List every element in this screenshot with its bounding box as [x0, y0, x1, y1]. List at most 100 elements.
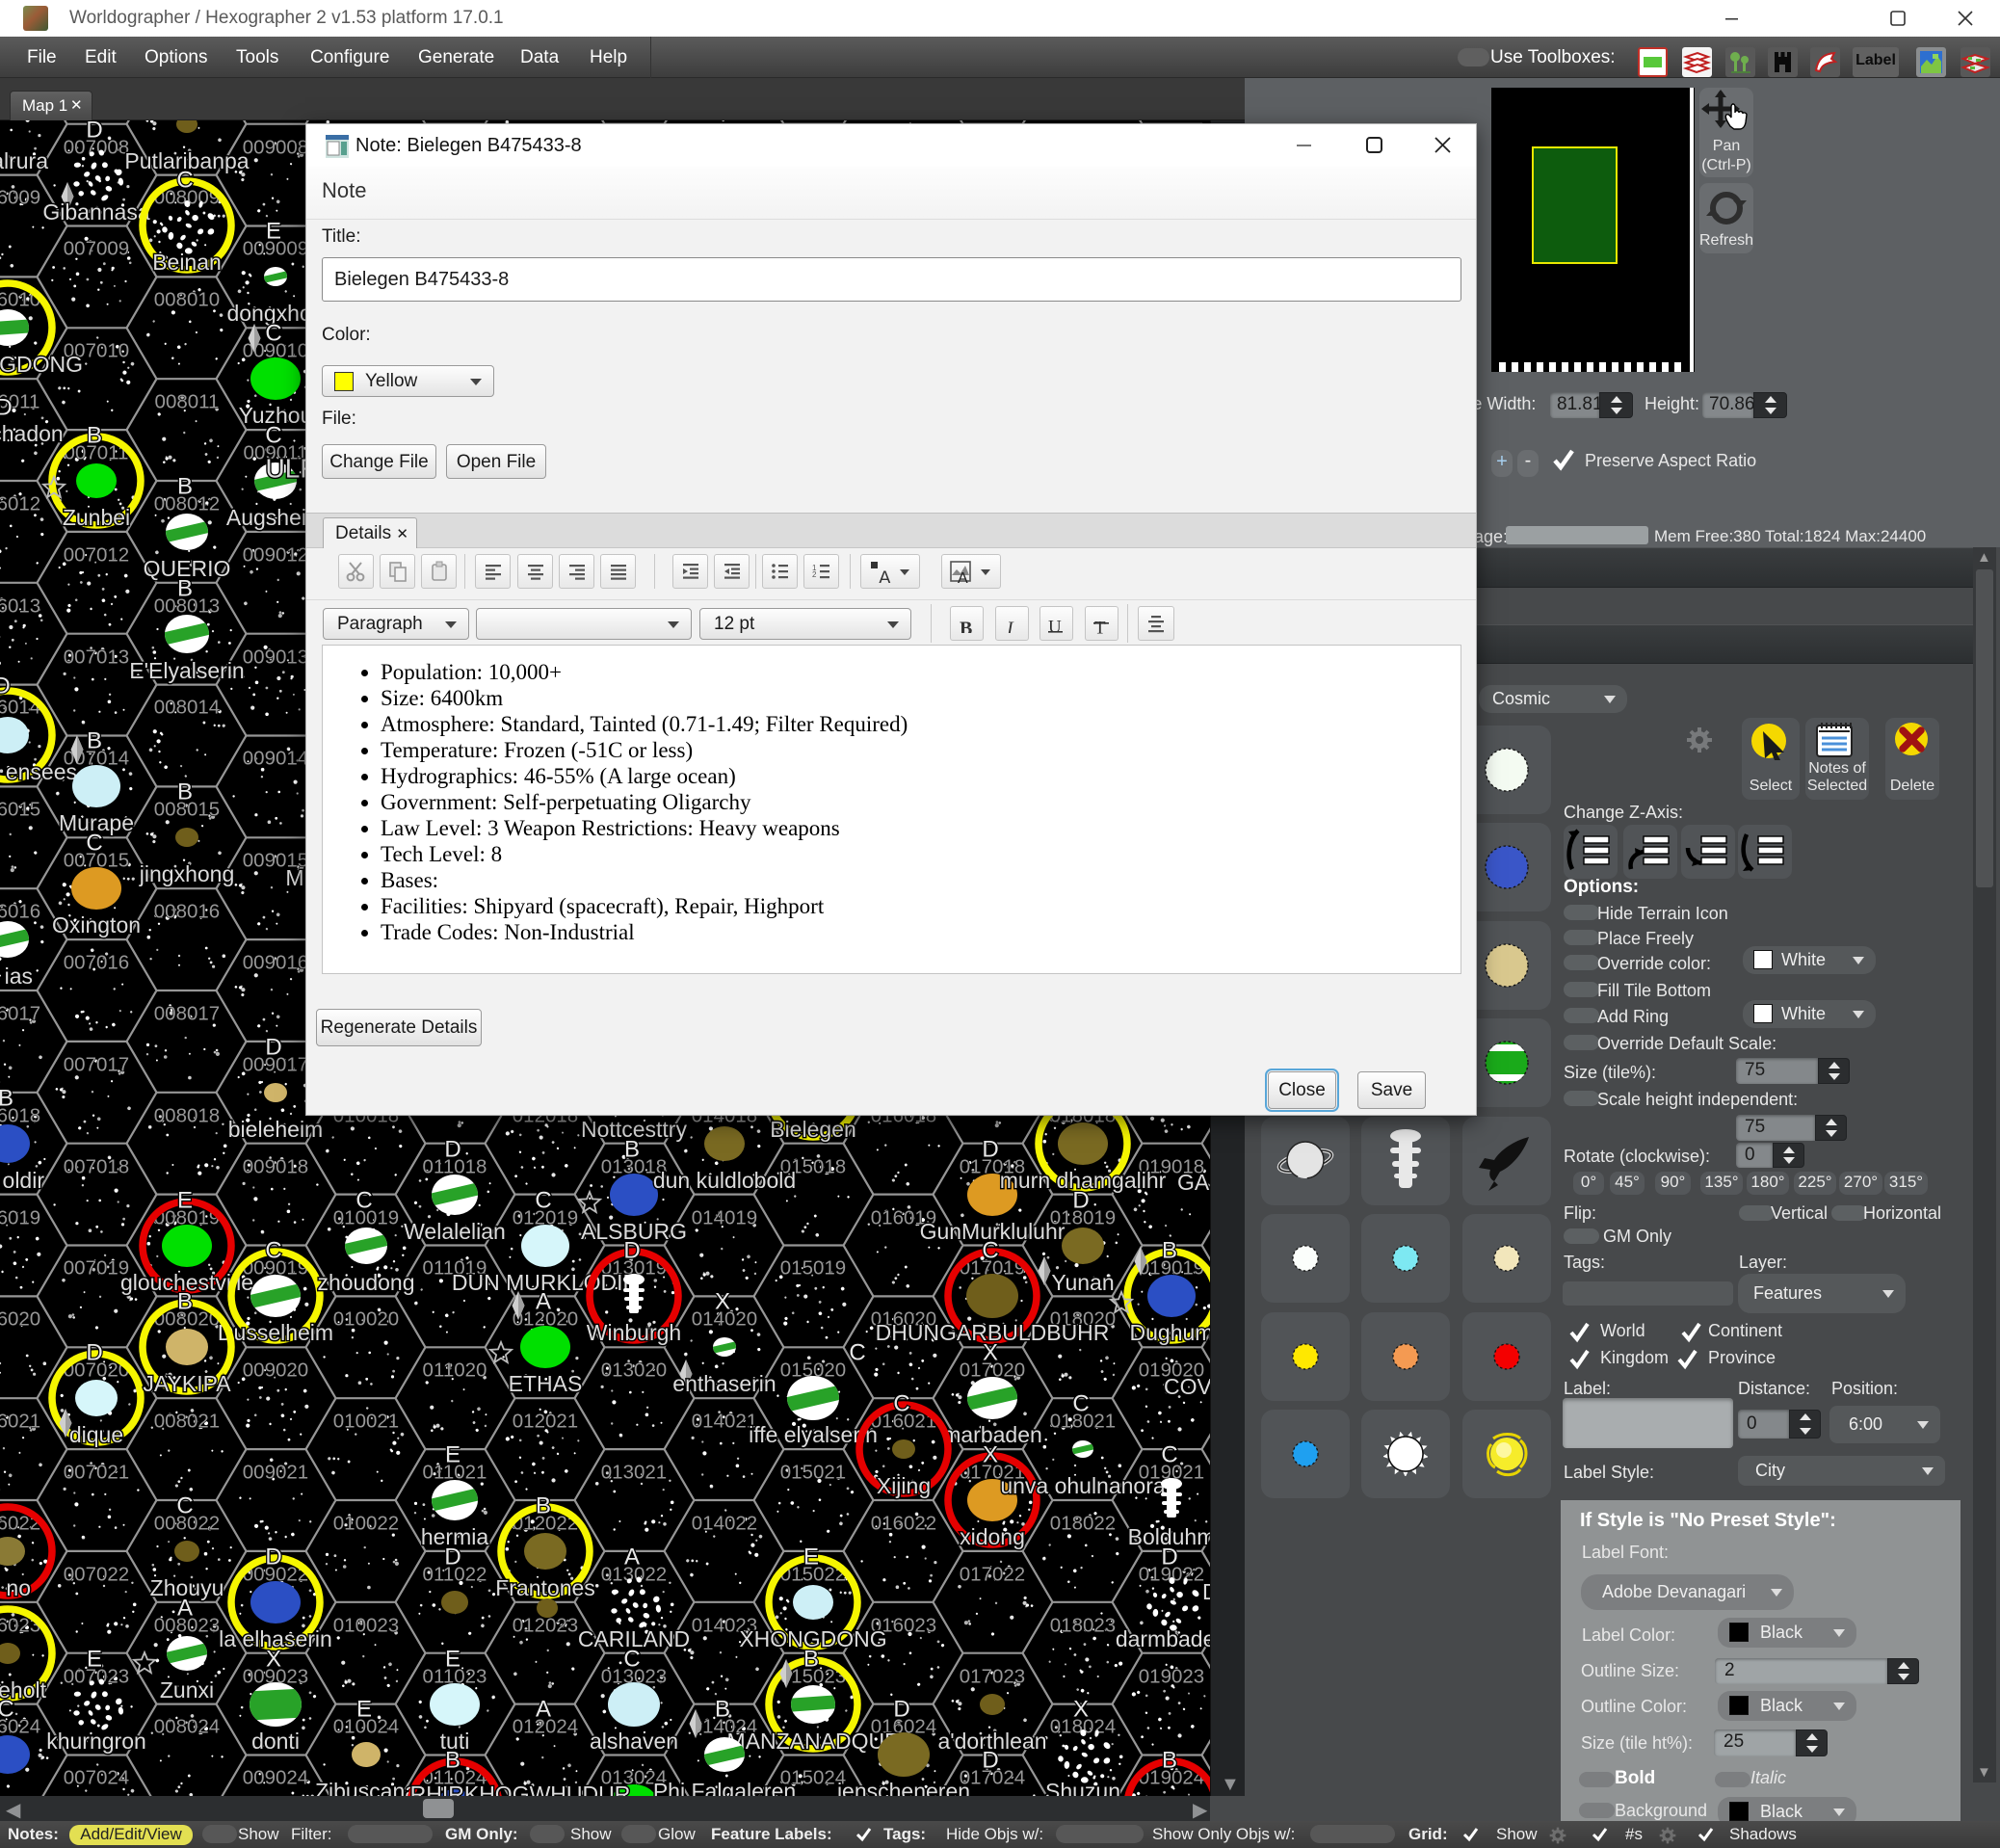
svg-text:zhoudong: zhoudong [317, 1270, 414, 1295]
svg-text:013020: 013020 [601, 1359, 667, 1381]
svg-text:010023: 010023 [333, 1614, 399, 1636]
svg-text:009021: 009021 [243, 1461, 308, 1483]
svg-text:018022: 018022 [1050, 1512, 1116, 1534]
svg-text:017022: 017022 [960, 1563, 1025, 1585]
svg-text:Gibannasa: Gibannasa [42, 199, 149, 224]
svg-text:GAM: GAM [1177, 1170, 1210, 1195]
svg-text:donti: donti [251, 1729, 300, 1754]
svg-text:008010: 008010 [154, 288, 220, 310]
svg-text:jingxhong: jingxhong [139, 861, 234, 886]
svg-text:Shuzun: Shuzun [1045, 1779, 1120, 1796]
svg-text:C: C [1161, 1441, 1177, 1467]
svg-text:007022: 007022 [64, 1563, 129, 1585]
svg-text:B: B [177, 575, 193, 601]
svg-text:B: B [177, 473, 193, 499]
svg-text:B: B [715, 1696, 730, 1722]
svg-text:ias: ias [5, 964, 33, 989]
svg-text:M: M [285, 865, 303, 890]
svg-text:B: B [87, 422, 102, 448]
svg-text:Dusselheim: Dusselheim [218, 1320, 333, 1345]
svg-text:oldir: oldir [3, 1168, 45, 1193]
svg-text:Winburgh: Winburgh [587, 1320, 681, 1345]
svg-text:X: X [1073, 1696, 1089, 1722]
svg-text:012021: 012021 [513, 1410, 578, 1432]
svg-text:008014: 008014 [154, 696, 220, 718]
svg-text:014021: 014021 [692, 1410, 757, 1432]
svg-text:I: I [1006, 619, 1014, 633]
svg-text:Zibuscana: Zibuscana [315, 1779, 417, 1796]
svg-text:014019: 014019 [692, 1206, 757, 1228]
svg-text:C: C [849, 1339, 865, 1365]
svg-text:X: X [983, 1441, 998, 1467]
svg-text:E: E [803, 1544, 819, 1570]
svg-text:khurngron: khurngron [46, 1729, 146, 1754]
svg-text:Dughum: Dughum [1130, 1320, 1210, 1345]
svg-text:014022: 014022 [692, 1512, 757, 1534]
svg-text:C: C [1072, 1390, 1089, 1416]
svg-text:A: A [958, 570, 968, 583]
svg-text:008017: 008017 [154, 1002, 220, 1024]
svg-text:C: C [265, 1237, 281, 1263]
svg-text:E: E [356, 1696, 372, 1722]
svg-text:Xijing: Xijing [877, 1473, 931, 1498]
svg-text:xidong: xidong [960, 1524, 1025, 1549]
svg-text:enthaserin: enthaserin [672, 1371, 776, 1396]
svg-text:E: E [87, 1646, 102, 1672]
svg-text:007016: 007016 [64, 951, 129, 973]
svg-text:006015: 006015 [0, 798, 40, 820]
svg-text:D: D [86, 120, 102, 143]
svg-text:RHIRKHOGWHUDUR: RHIRKHOGWHUDUR [410, 1782, 631, 1796]
svg-text:006013: 006013 [0, 594, 40, 617]
svg-text:C: C [176, 1492, 193, 1518]
svg-text:T: T [1094, 618, 1106, 634]
svg-text:007019: 007019 [64, 1256, 129, 1279]
svg-text:B: B [177, 1288, 193, 1314]
svg-text:009014: 009014 [243, 747, 308, 769]
svg-text:009016: 009016 [243, 951, 308, 973]
svg-text:alrura: alrura [0, 148, 48, 173]
svg-text:darmbaden: darmbaden [1116, 1626, 1210, 1651]
svg-text:D: D [444, 1136, 461, 1162]
svg-text:unva ohulnanora: unva ohulnanora [1000, 1473, 1166, 1498]
svg-text:C: C [623, 1646, 640, 1672]
svg-text:A: A [536, 1288, 551, 1314]
svg-text:007024: 007024 [64, 1766, 129, 1788]
svg-text:007018: 007018 [64, 1155, 129, 1177]
svg-text:ETHAS: ETHAS [509, 1371, 583, 1396]
svg-text:017023: 017023 [960, 1665, 1025, 1687]
svg-text:B: B [87, 727, 102, 753]
svg-text:B: B [1162, 1747, 1177, 1773]
svg-text:011020: 011020 [423, 1359, 487, 1381]
svg-text:D: D [982, 1136, 998, 1162]
svg-text:009024: 009024 [243, 1766, 308, 1788]
svg-text:006021: 006021 [0, 1410, 40, 1432]
svg-text:X: X [266, 1646, 281, 1672]
svg-text:D: D [0, 394, 13, 420]
svg-text:006017: 006017 [0, 1002, 40, 1024]
svg-text:Di: Di [1202, 1579, 1210, 1604]
svg-text:010020: 010020 [333, 1307, 399, 1330]
svg-text:D: D [265, 1034, 281, 1060]
svg-text:C: C [0, 1696, 14, 1722]
svg-text:019023: 019023 [1139, 1665, 1204, 1687]
svg-text:C: C [176, 167, 193, 193]
svg-text:E: E [445, 1441, 461, 1467]
svg-text:D: D [444, 1544, 461, 1570]
svg-text:A: A [536, 1696, 551, 1722]
svg-text:D: D [1072, 1187, 1089, 1213]
svg-text:006009: 006009 [0, 186, 40, 208]
svg-text:Oxington: Oxington [52, 912, 141, 937]
svg-text:X: X [983, 1339, 998, 1365]
svg-text:C: C [535, 1187, 551, 1213]
svg-text:GDONG: GDONG [0, 352, 83, 377]
svg-text:008024: 008024 [154, 1715, 220, 1737]
svg-text:008021: 008021 [154, 1410, 220, 1432]
svg-text:ensees: ensees [6, 759, 77, 784]
svg-text:Zunxi: Zunxi [160, 1677, 214, 1703]
svg-text:007012: 007012 [64, 543, 129, 566]
svg-text:C: C [355, 1187, 372, 1213]
svg-text:B: B [445, 1747, 461, 1773]
svg-text:D: D [893, 1696, 909, 1722]
svg-text:009012: 009012 [243, 543, 308, 566]
svg-text:010021: 010021 [333, 1410, 399, 1432]
